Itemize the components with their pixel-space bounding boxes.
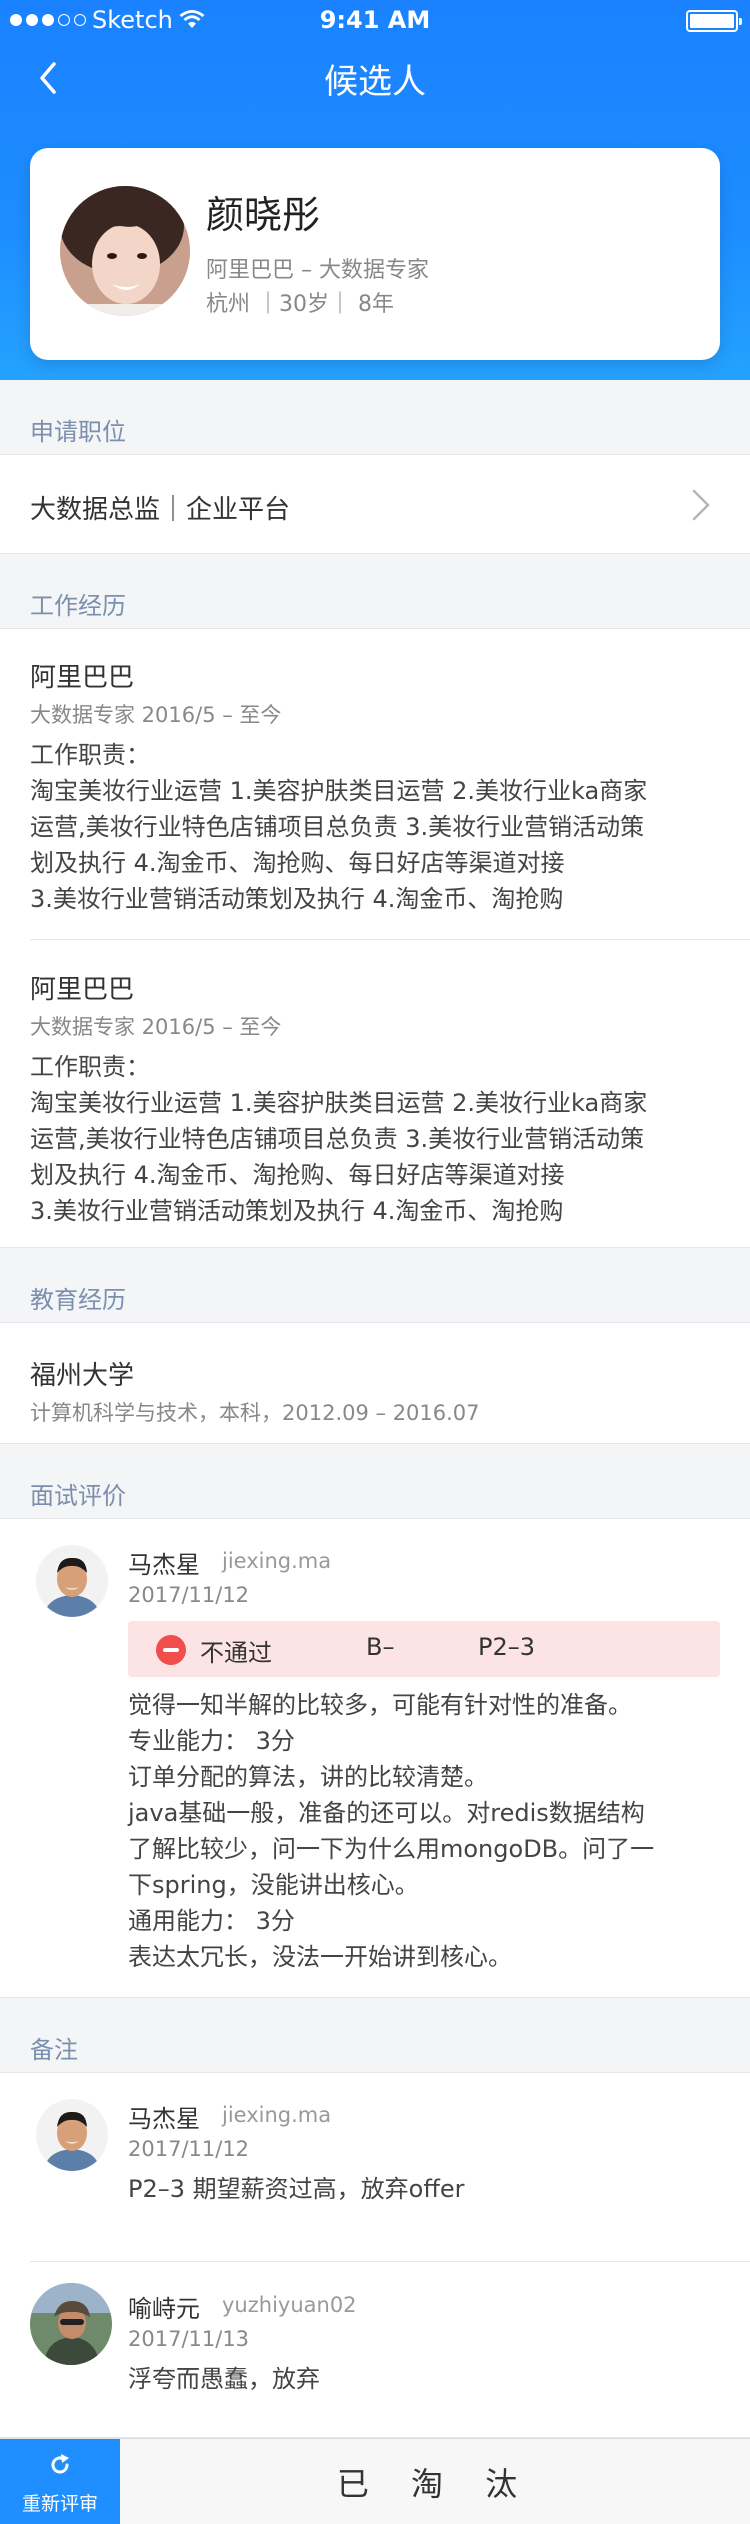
review-line: 了解比较少，问一下为什么用mongoDB。问了一 <box>128 1835 655 1863</box>
note-author-avatar <box>30 2283 112 2365</box>
note-author-name: 喻峙元 <box>128 2295 200 2323</box>
section-label-interview: 面试评价 <box>30 1482 126 1510</box>
nav-bar: 候选人 <box>0 40 750 116</box>
review-line: 通用能力： 3分 <box>128 1907 295 1935</box>
education-school: 福州大学 <box>30 1361 135 1391</box>
work-duty-line: 运营,美妆行业特色店铺项目总负责 3.美妆行业营销活动策 <box>30 1125 645 1153</box>
section-label-education: 教育经历 <box>30 1286 126 1314</box>
review-result-bar: 不通过 B– P2–3 <box>128 1621 720 1677</box>
reviewer-id: jiexing.ma <box>222 1549 332 1573</box>
review-date: 2017/11/12 <box>128 1583 250 1607</box>
work-duty-line: 运营,美妆行业特色店铺项目总负责 3.美妆行业营销活动策 <box>30 813 645 841</box>
reject-minus-icon <box>156 1635 186 1665</box>
applied-position-row[interactable]: 大数据总监｜企业平台 <box>0 454 750 554</box>
candidate-name: 颜晓彤 <box>206 193 321 237</box>
work-duty-line: 3.美妆行业营销活动策划及执行 4.淘金币、淘抢购 <box>30 885 564 913</box>
reviewer-avatar <box>36 1545 108 1617</box>
candidate-meta: 杭州 ｜30岁｜ 8年 <box>206 292 394 317</box>
review-line: 订单分配的算法，讲的比较清楚。 <box>128 1763 488 1791</box>
review-line: 表达太冗长，没法一开始讲到核心。 <box>128 1943 512 1971</box>
refresh-icon <box>51 2454 69 2474</box>
work-duty-line: 3.美妆行业营销活动策划及执行 4.淘金币、淘抢购 <box>30 1197 564 1225</box>
work-role-period: 大数据专家 2016/5 – 至今 <box>30 1015 282 1039</box>
section-label-notes: 备注 <box>30 2036 78 2064</box>
note-text: 浮夸而愚蠢，放弃 <box>128 2365 320 2393</box>
candidate-company-title: 阿里巴巴 – 大数据专家 <box>206 258 429 283</box>
review-line: 专业能力： 3分 <box>128 1727 295 1755</box>
work-company: 阿里巴巴 <box>30 663 135 693</box>
work-duty-line: 划及执行 4.淘金币、淘抢购、每日好店等渠道对接 <box>30 1161 565 1189</box>
note-author-id: yuzhiyuan02 <box>222 2293 357 2317</box>
eliminated-status: 已 淘 汰 <box>336 2465 534 2503</box>
divider <box>30 939 750 940</box>
battery-icon <box>686 10 742 32</box>
review-line: 下spring，没能讲出核心。 <box>128 1871 419 1899</box>
note-date: 2017/11/12 <box>128 2137 250 2161</box>
review-line: 觉得一知半解的比较多，可能有针对性的准备。 <box>128 1691 632 1719</box>
education-detail: 计算机科学与技术，本科，2012.09 – 2016.07 <box>30 1401 480 1425</box>
status-time: 9:41 AM <box>319 6 431 34</box>
note-date: 2017/11/13 <box>128 2327 250 2351</box>
section-label-position: 申请职位 <box>30 418 126 446</box>
review-level: P2–3 <box>478 1633 536 1661</box>
section-label-work: 工作经历 <box>30 592 126 620</box>
candidate-avatar <box>60 186 190 316</box>
work-experience-list: 阿里巴巴 大数据专家 2016/5 – 至今 工作职责： 淘宝美妆行业运营 1.… <box>0 628 750 1248</box>
bottom-action-bar: 重新评审 已 淘 汰 <box>0 2438 750 2524</box>
work-duty-label: 工作职责： <box>30 741 150 769</box>
profile-card: 颜晓彤 阿里巴巴 – 大数据专家 杭州 ｜30岁｜ 8年 <box>30 148 720 360</box>
notes-list: 马杰星 jiexing.ma 2017/11/12 P2–3 期望薪资过高，放弃… <box>0 2072 750 2438</box>
work-duty-line: 划及执行 4.淘金币、淘抢购、每日好店等渠道对接 <box>30 849 565 877</box>
chevron-right-icon <box>692 489 710 521</box>
work-duty-line: 淘宝美妆行业运营 1.美容护肤类目运营 2.美妆行业ka商家 <box>30 777 648 805</box>
reviewer-name: 马杰星 <box>128 1551 200 1579</box>
rescore-button[interactable]: 重新评审 <box>0 2439 120 2524</box>
review-result: 不通过 <box>200 1639 272 1667</box>
divider <box>30 2261 750 2262</box>
note-author-avatar <box>36 2099 108 2171</box>
work-duty-label: 工作职责： <box>30 1053 150 1081</box>
work-duty-line: 淘宝美妆行业运营 1.美容护肤类目运营 2.美妆行业ka商家 <box>30 1089 648 1117</box>
rescore-label: 重新评审 <box>21 2493 98 2515</box>
status-bar: Sketch 9:41 AM <box>0 0 750 40</box>
applied-position-value: 大数据总监｜企业平台 <box>30 495 291 525</box>
review-line: java基础一般，准备的还可以。对redis数据结构 <box>128 1799 645 1827</box>
work-company: 阿里巴巴 <box>30 975 135 1005</box>
note-author-id: jiexing.ma <box>222 2103 332 2127</box>
page-title: 候选人 <box>324 62 426 102</box>
work-role-period: 大数据专家 2016/5 – 至今 <box>30 703 282 727</box>
note-text: P2–3 期望薪资过高，放弃offer <box>128 2175 465 2203</box>
education-block: 福州大学 计算机科学与技术，本科，2012.09 – 2016.07 <box>0 1322 750 1444</box>
note-author-name: 马杰星 <box>128 2105 200 2133</box>
review-grade: B– <box>366 1633 395 1661</box>
interview-review-block: 马杰星 jiexing.ma 2017/11/12 不通过 B– P2–3 觉得… <box>0 1518 750 1998</box>
